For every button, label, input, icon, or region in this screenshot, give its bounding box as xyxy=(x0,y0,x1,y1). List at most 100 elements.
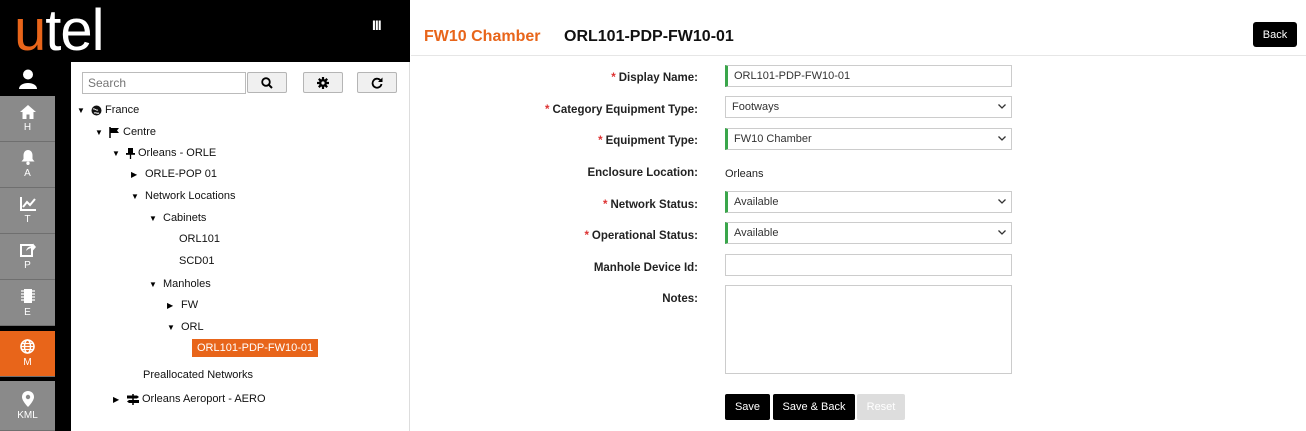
tree-node-label: FW xyxy=(181,299,199,311)
select-value: Available xyxy=(734,227,779,239)
nav-home[interactable]: H xyxy=(0,96,55,142)
expanded-caret-icon[interactable]: ▼ xyxy=(77,106,85,115)
tree-node-orleans[interactable]: ▼ Orleans - ORLE xyxy=(112,147,216,159)
tree-node-label: Orleans - ORLE xyxy=(138,147,217,159)
equipment-type-label: * Equipment Type: xyxy=(598,135,698,147)
category-equipment-type-label: * Category Equipment Type: xyxy=(545,104,698,116)
category-equipment-type-select[interactable]: Footways xyxy=(725,96,1012,118)
collapsed-caret-icon[interactable]: ▶ xyxy=(167,301,175,310)
operational-status-label: * Operational Status: xyxy=(584,230,698,242)
tree-node-label: Cabinets xyxy=(163,212,207,224)
chevron-down-icon xyxy=(998,136,1006,141)
chevron-down-icon xyxy=(998,199,1006,204)
chevron-down-icon xyxy=(998,230,1006,235)
flag-icon xyxy=(109,126,120,138)
manhole-device-id-input[interactable] xyxy=(725,254,1012,276)
enclosure-location-label: Enclosure Location: xyxy=(587,167,698,179)
tree-node-centre[interactable]: ▼ Centre xyxy=(95,126,156,138)
expanded-caret-icon[interactable]: ▼ xyxy=(167,323,175,332)
collapsed-caret-icon[interactable]: ▶ xyxy=(113,395,121,404)
enclosure-location-value: Orleans xyxy=(725,168,764,180)
tree-node-label: ORL101 xyxy=(179,233,220,245)
collapsed-caret-icon[interactable]: ▶ xyxy=(131,170,139,179)
nav-equipment-label: E xyxy=(24,306,31,318)
notes-label: Notes: xyxy=(662,293,698,305)
bell-icon xyxy=(21,150,34,165)
signpost-icon xyxy=(127,393,139,405)
nav-kml[interactable]: KML xyxy=(0,381,55,431)
tree-node-label: ORL101-PDP-FW10-01 xyxy=(197,342,314,354)
nav-publish[interactable]: P xyxy=(0,234,55,280)
home-icon xyxy=(19,104,36,119)
tree-node-france[interactable]: ▼ France xyxy=(77,104,139,116)
globe-icon xyxy=(20,339,35,354)
location-tree: ▼ France ▼ Centre ▼ Orleans - ORLE ▶ ORL… xyxy=(71,62,410,431)
tree-node-label: Orleans Aeroport - AERO xyxy=(142,393,266,405)
expanded-caret-icon[interactable]: ▼ xyxy=(149,280,157,289)
expanded-caret-icon[interactable]: ▼ xyxy=(95,128,103,137)
nav-alarms[interactable]: A xyxy=(0,142,55,188)
tree-node-orl101[interactable]: ORL101 xyxy=(179,233,220,245)
nav-alarms-label: A xyxy=(24,168,31,179)
chart-icon xyxy=(19,196,36,211)
chevron-down-icon xyxy=(998,104,1006,109)
equipment-type-select[interactable]: FW10 Chamber xyxy=(725,128,1012,150)
tree-node-label: ORLE-POP 01 xyxy=(145,168,217,180)
tree-node-network-locations[interactable]: ▼ Network Locations xyxy=(131,190,236,202)
tree-node-cabinets[interactable]: ▼ Cabinets xyxy=(149,212,206,224)
header-divider xyxy=(411,55,1306,56)
tree-node-orle-pop[interactable]: ▶ ORLE-POP 01 xyxy=(131,168,217,180)
manhole-device-id-label: Manhole Device Id: xyxy=(593,262,698,274)
display-name-input[interactable] xyxy=(725,65,1012,87)
nav-trends[interactable]: T xyxy=(0,188,55,234)
select-value: Available xyxy=(734,196,779,208)
tree-node-orl[interactable]: ▼ ORL xyxy=(167,321,204,333)
save-button[interactable]: Save xyxy=(725,394,770,420)
back-button[interactable]: Back xyxy=(1253,22,1297,47)
equipment-name-title: ORL101-PDP-FW10-01 xyxy=(564,28,734,45)
tree-node-label: Preallocated Networks xyxy=(143,369,254,381)
display-name-label: * Display Name: xyxy=(611,72,698,84)
chip-icon xyxy=(20,288,35,303)
thumbtack-icon xyxy=(126,147,135,159)
nav-trends-label: T xyxy=(24,213,31,225)
notes-textarea[interactable] xyxy=(725,285,1012,374)
nav-equipment[interactable]: E xyxy=(0,280,55,326)
expanded-caret-icon[interactable]: ▼ xyxy=(112,149,120,158)
nav-publish-label: P xyxy=(24,260,31,271)
nav-map-label: M xyxy=(23,357,32,368)
utel-logo: utel xyxy=(14,0,105,63)
user-icon xyxy=(18,69,37,89)
tree-node-scd01[interactable]: SCD01 xyxy=(179,255,214,267)
tree-node-label: Network Locations xyxy=(145,190,236,202)
tree-node-selected-chamber[interactable]: ORL101-PDP-FW10-01 xyxy=(192,339,319,357)
equipment-type-title: FW10 Chamber xyxy=(424,28,541,45)
pin-icon xyxy=(21,390,34,407)
nav-kml-label: KML xyxy=(17,409,38,421)
tree-node-label: France xyxy=(105,104,140,116)
tree-node-aeroport[interactable]: ▶ Orleans Aeroport - AERO xyxy=(113,393,266,405)
reset-button[interactable]: Reset xyxy=(857,394,905,420)
nav-home-label: H xyxy=(23,121,32,133)
tree-node-label: ORL xyxy=(181,321,204,333)
tree-panel: ▼ France ▼ Centre ▼ Orleans - ORLE ▶ ORL… xyxy=(71,62,410,431)
network-status-label: * Network Status: xyxy=(602,199,698,211)
operational-status-select[interactable]: Available xyxy=(725,222,1012,244)
tree-node-preallocated[interactable]: Preallocated Networks xyxy=(143,369,253,381)
tree-node-label: SCD01 xyxy=(179,255,215,267)
tree-node-manholes[interactable]: ▼ Manholes xyxy=(149,278,211,290)
tree-node-label: Manholes xyxy=(163,278,211,290)
expanded-caret-icon[interactable]: ▼ xyxy=(131,192,139,201)
menu-toggle-icon[interactable]: III xyxy=(372,17,382,33)
expanded-caret-icon[interactable]: ▼ xyxy=(149,214,157,223)
save-and-back-button[interactable]: Save & Back xyxy=(773,394,855,420)
share-icon xyxy=(19,243,36,257)
globe-node-icon xyxy=(91,105,102,116)
select-value: FW10 Chamber xyxy=(734,133,812,145)
select-value: Footways xyxy=(732,101,780,113)
nav-map[interactable]: M xyxy=(0,331,55,377)
tree-node-fw[interactable]: ▶ FW xyxy=(167,299,198,311)
user-profile-button[interactable] xyxy=(0,62,55,96)
tree-node-label: Centre xyxy=(123,126,157,138)
network-status-select[interactable]: Available xyxy=(725,191,1012,213)
